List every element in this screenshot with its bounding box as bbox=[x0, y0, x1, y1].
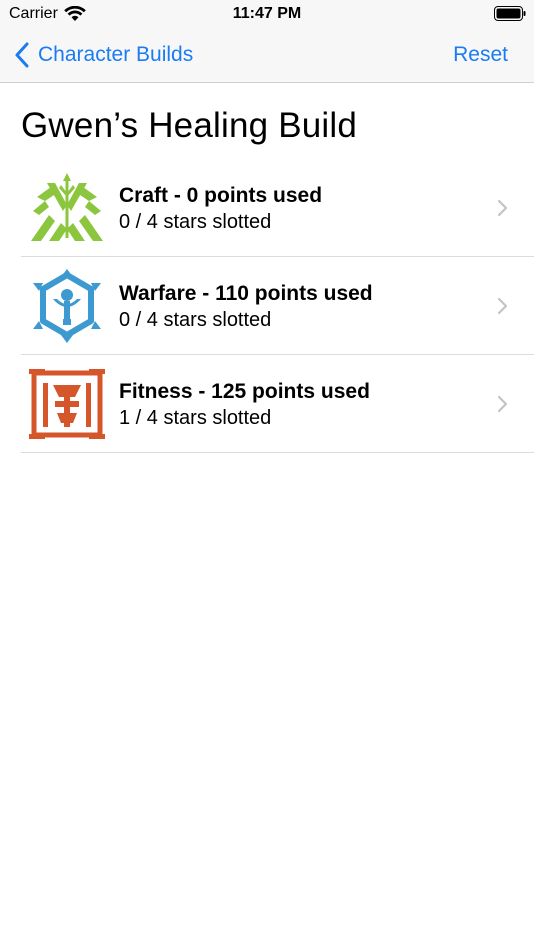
list-item-fitness[interactable]: Fitness - 125 points used 1 / 4 stars sl… bbox=[21, 355, 534, 453]
fitness-emblem-icon bbox=[29, 369, 105, 439]
chevron-left-icon bbox=[15, 42, 29, 68]
status-time: 11:47 PM bbox=[232, 5, 302, 22]
skill-subtitle: 0 / 4 stars slotted bbox=[119, 309, 272, 331]
reset-button[interactable]: Reset bbox=[453, 43, 508, 67]
skill-subtitle: 0 / 4 stars slotted bbox=[119, 211, 272, 233]
chevron-right-icon bbox=[497, 297, 508, 315]
page-title: Gwen’s Healing Build bbox=[21, 106, 358, 145]
list-item-craft[interactable]: Craft - 0 points used 0 / 4 stars slotte… bbox=[21, 159, 534, 257]
list-item-warfare[interactable]: Warfare - 110 points used 0 / 4 stars sl… bbox=[21, 257, 534, 355]
battery-icon bbox=[494, 6, 526, 21]
craft-emblem-icon bbox=[31, 173, 103, 241]
warfare-emblem-icon bbox=[33, 269, 101, 343]
skill-subtitle: 1 / 4 stars slotted bbox=[119, 407, 272, 429]
status-bar: Carrier 11:47 PM bbox=[0, 0, 534, 28]
chevron-right-icon bbox=[497, 395, 508, 413]
chevron-right-icon bbox=[497, 199, 508, 217]
back-button-label: Character Builds bbox=[38, 43, 194, 66]
skill-title: Craft - 0 points used bbox=[119, 184, 323, 207]
skill-list: Craft - 0 points used 0 / 4 stars slotte… bbox=[21, 159, 534, 453]
navigation-bar: Character Builds Reset bbox=[0, 28, 534, 83]
back-button[interactable]: Character Builds bbox=[14, 40, 193, 70]
skill-title: Warfare - 110 points used bbox=[119, 282, 373, 305]
skill-title: Fitness - 125 points used bbox=[119, 380, 370, 403]
